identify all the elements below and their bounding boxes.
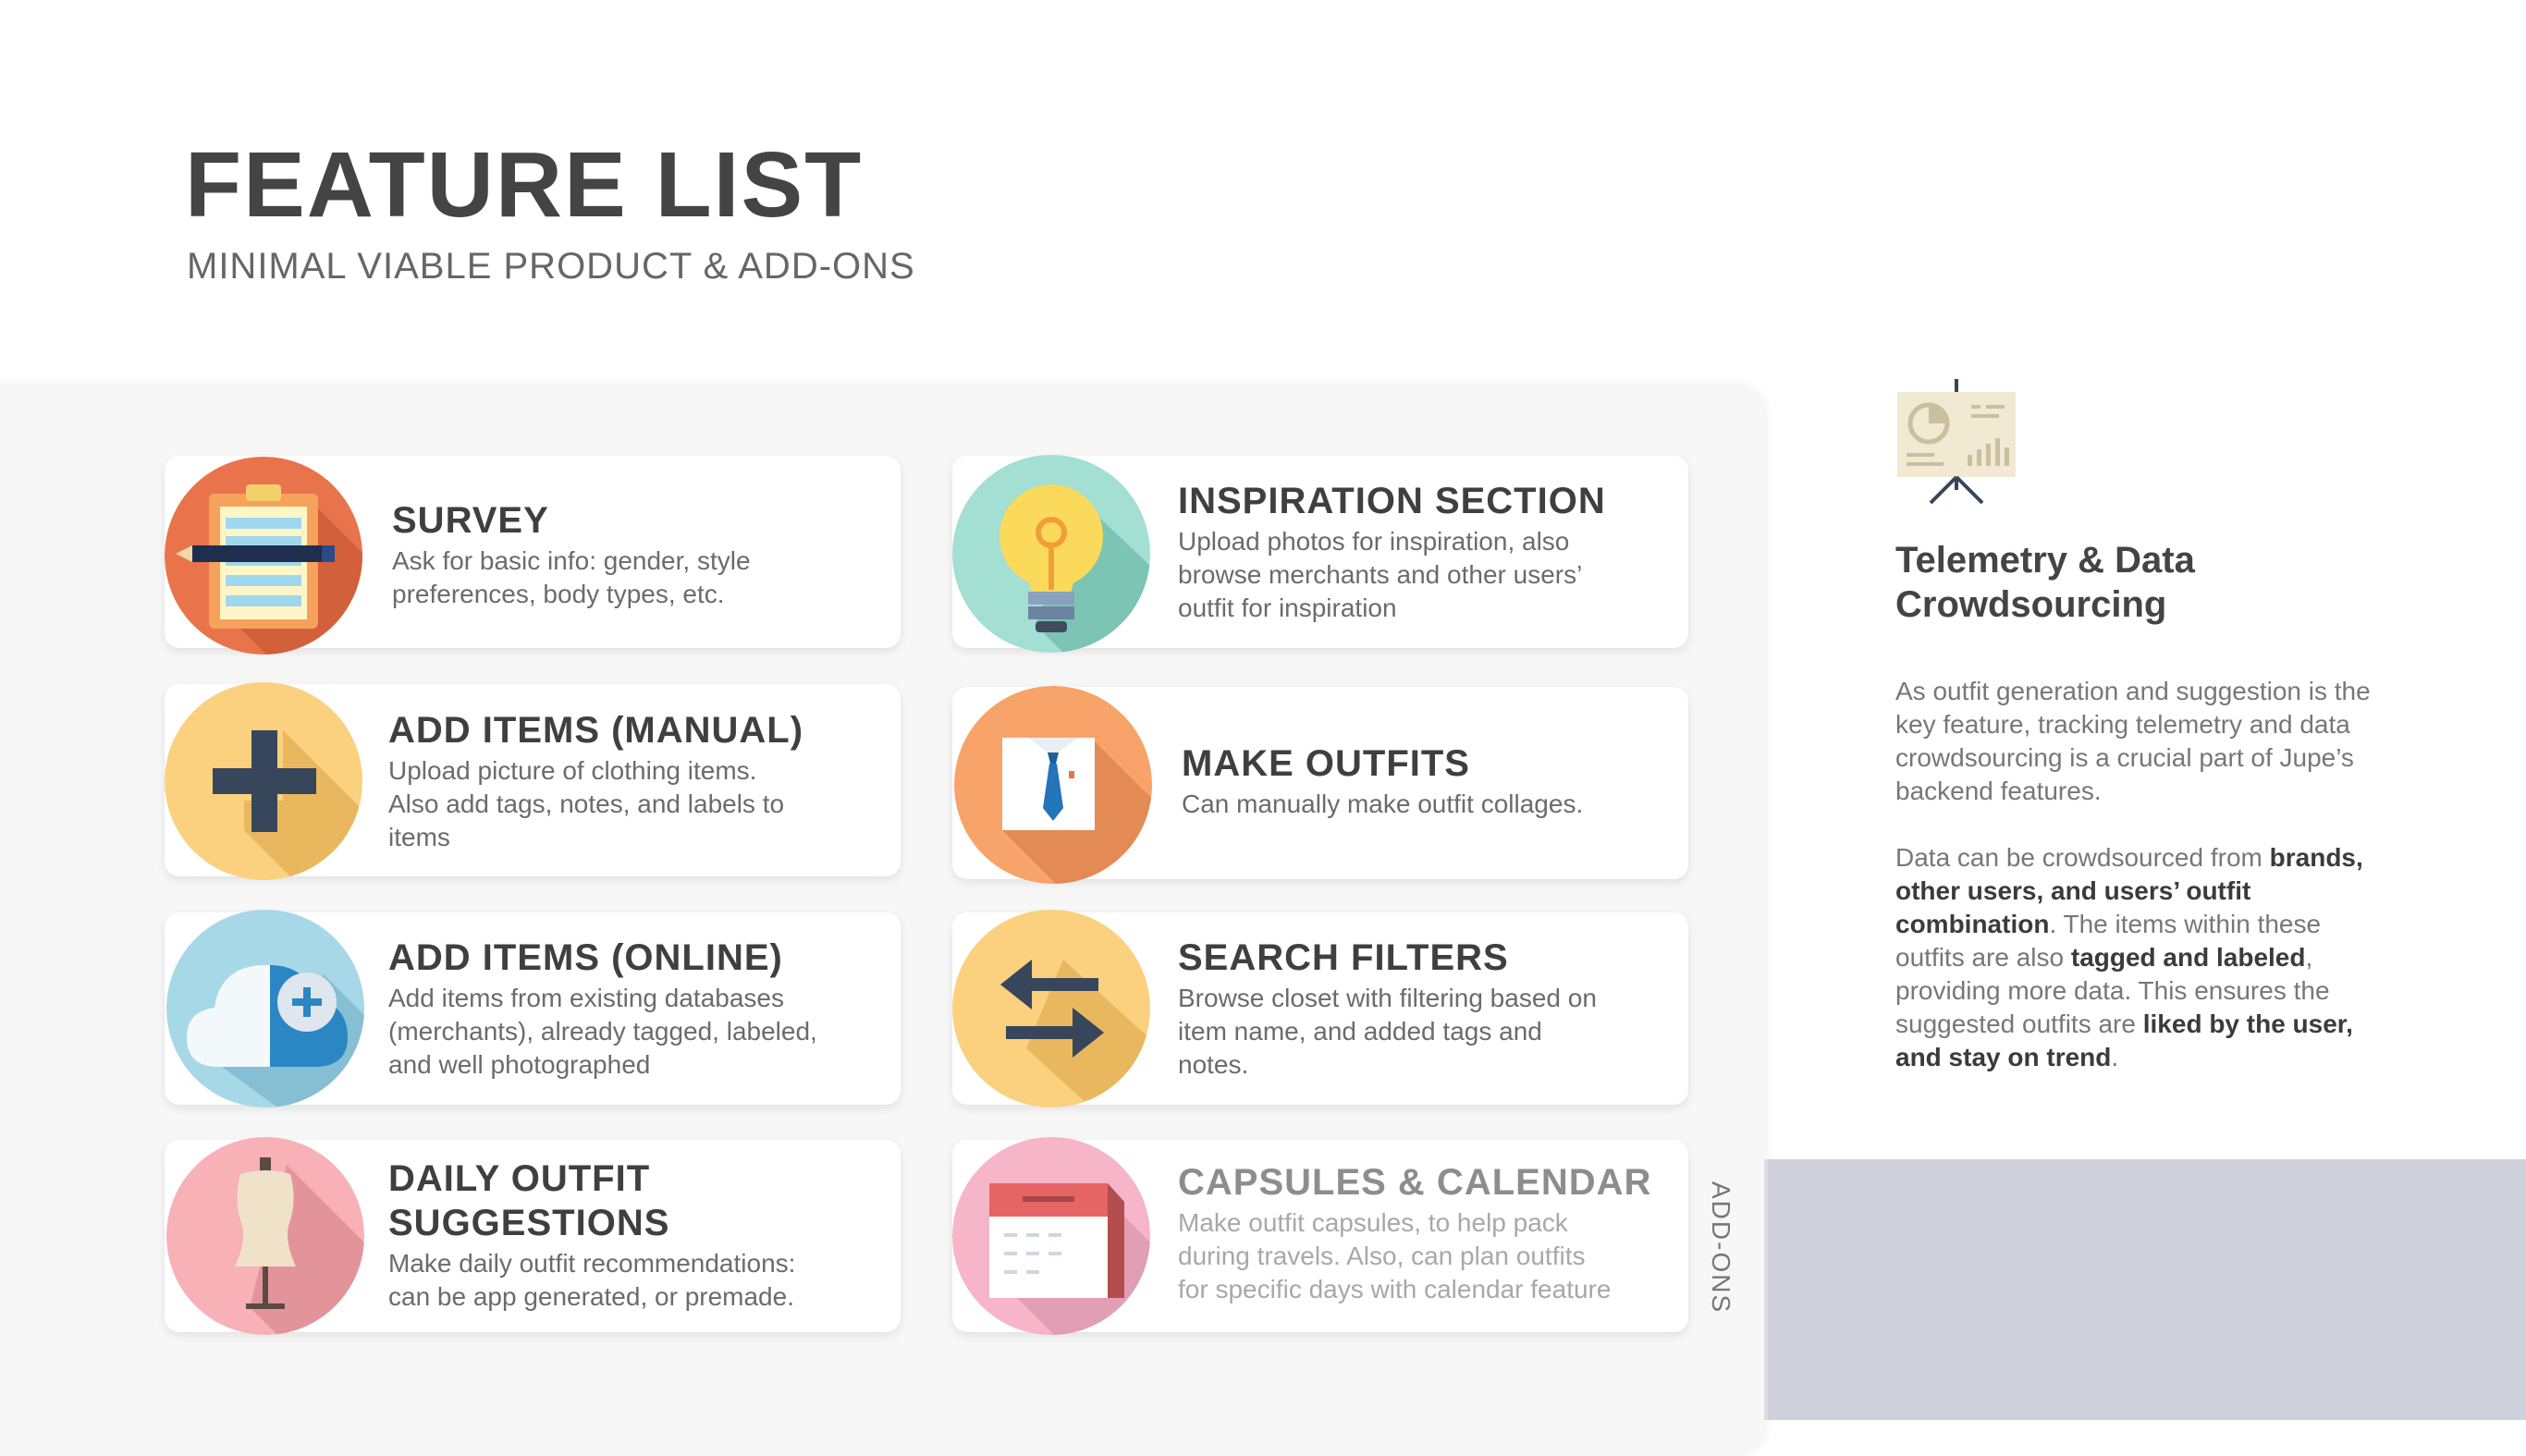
presentation-board-icon xyxy=(1894,379,2023,513)
feature-description: Make daily outfit recommendations: can b… xyxy=(388,1249,796,1311)
decorative-gray-block xyxy=(1768,1159,2526,1420)
page-title: FEATURE LIST xyxy=(185,133,864,237)
shirt-tie-icon xyxy=(954,686,1152,884)
addons-label: ADD-ONS xyxy=(1707,1181,1735,1315)
survey-clipboard-icon xyxy=(165,457,362,655)
feature-title: CAPSULES & CALENDAR xyxy=(1178,1162,1652,1203)
feature-description: Browse closet with filtering based on it… xyxy=(1178,984,1597,1079)
feature-description: Make outfit capsules, to help pack durin… xyxy=(1178,1208,1612,1303)
sidebar-title: Telemetry & Data Crowdsourcing xyxy=(1895,540,2195,625)
feature-title: SEARCH FILTERS xyxy=(1178,937,1509,978)
feature-description: Add items from existing databases (merch… xyxy=(388,984,817,1079)
feature-title: DAILY OUTFIT SUGGESTIONS xyxy=(388,1158,670,1243)
lightbulb-icon xyxy=(952,455,1150,653)
feature-title: ADD ITEMS (MANUAL) xyxy=(388,710,804,751)
feature-description: Upload photos for inspiration, also brow… xyxy=(1178,527,1583,622)
sidebar-paragraph-2: Data can be crowdsourced from brands, ot… xyxy=(1895,841,2385,1074)
page-subtitle: MINIMAL VIABLE PRODUCT & ADD-ONS xyxy=(187,246,915,287)
feature-title: INSPIRATION SECTION xyxy=(1178,481,1606,521)
feature-title: SURVEY xyxy=(392,500,549,541)
text-run: Data can be crowdsourced from xyxy=(1895,843,2270,872)
feature-title: MAKE OUTFITS xyxy=(1182,743,1470,784)
feature-description: Upload picture of clothing items. Also a… xyxy=(388,756,785,851)
plus-icon xyxy=(165,682,362,880)
mannequin-icon xyxy=(166,1137,364,1335)
swap-arrows-icon xyxy=(952,910,1150,1107)
text-run: . xyxy=(2111,1043,2119,1071)
calendar-icon xyxy=(952,1137,1150,1335)
panel-edge xyxy=(1764,1159,1768,1420)
cloud-add-icon xyxy=(166,910,364,1107)
sidebar-paragraph-1: As outfit generation and suggestion is t… xyxy=(1895,677,2371,805)
emphasis-text: tagged and labeled xyxy=(2070,943,2306,972)
feature-description: Ask for basic info: gender, style prefer… xyxy=(392,546,751,608)
feature-description: Can manually make outfit collages. xyxy=(1182,789,1584,818)
feature-title: ADD ITEMS (ONLINE) xyxy=(388,937,783,978)
